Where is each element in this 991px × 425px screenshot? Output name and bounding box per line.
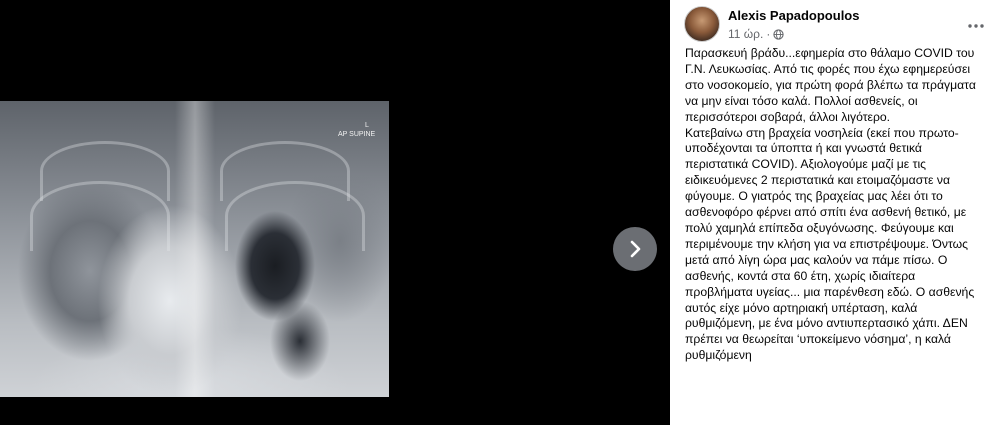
more-options-button[interactable] [966,16,986,36]
post-time[interactable]: 11 ώρ. [728,27,763,41]
post-panel: Alexis Papadopoulos 11 ώρ. · Παρασκευή β… [670,0,991,425]
xray-position-label: AP SUPINE [338,131,376,138]
post-header: Alexis Papadopoulos 11 ώρ. · [684,6,984,42]
avatar[interactable] [684,6,720,42]
xray-spine [175,101,215,397]
photo-viewer: L AP SUPINE [0,0,670,425]
xray-rib [30,181,170,251]
more-horizontal-icon [968,24,984,28]
chevron-right-icon [630,240,641,258]
globe-icon[interactable] [773,28,784,40]
xray-rib [225,181,365,251]
post-meta: 11 ώρ. · [728,27,784,41]
author-name[interactable]: Alexis Papadopoulos [728,8,859,23]
xray-side-marker: L [365,122,369,129]
post-body-text: Παρασκευή βράδυ...εφημερία στο θάλαμο CO… [685,46,976,363]
next-photo-button[interactable] [613,227,657,271]
chest-xray-image: L AP SUPINE [0,101,389,397]
meta-separator: · [766,27,771,41]
